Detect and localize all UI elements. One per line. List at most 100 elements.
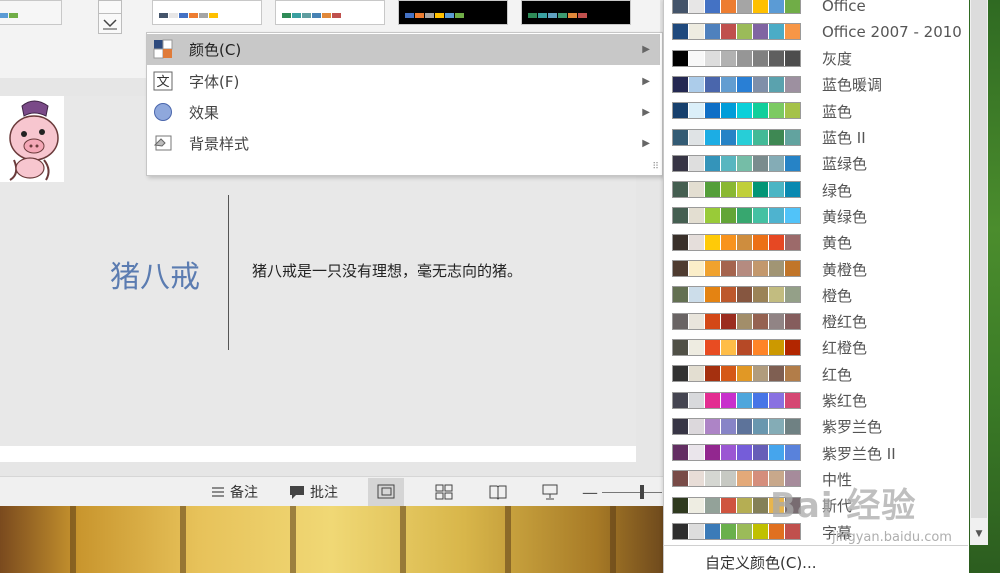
color-scheme-name: 橙色 [822,286,853,305]
normal-view-button[interactable] [368,478,404,506]
slide-sorter-icon [435,484,453,500]
slide-title[interactable]: 猪八戒 [110,252,200,296]
submenu-arrow-icon: ▶ [642,138,650,149]
zoom-out-icon[interactable]: — [582,483,598,502]
theme-thumbnail[interactable] [152,0,262,25]
color-scheme-item[interactable]: 黄色 [668,230,952,256]
color-swatch-strip [672,312,801,330]
background-photo [0,506,663,573]
color-scheme-item[interactable]: 紫罗兰色 II [668,440,952,466]
background-style-icon [153,135,172,151]
color-swatch-strip [672,128,801,146]
color-scheme-name: 紫罗兰色 II [822,444,896,463]
menu-item-background-styles[interactable]: 背景样式 ▶ [147,128,660,159]
menu-item-effects[interactable]: 效果 ▶ [147,97,660,128]
panel-scrollbar-thumb[interactable] [971,0,987,518]
font-icon: 文 [153,71,173,91]
theme-colors-icon [153,39,173,59]
notes-icon [212,487,224,497]
gallery-more-icon[interactable] [99,14,121,34]
color-swatch-strip [672,23,801,41]
gallery-scroll-buttons[interactable] [98,0,122,34]
submenu-arrow-icon: ▶ [642,107,650,118]
color-scheme-name: 蓝色暖调 [822,76,883,95]
zoom-slider-thumb[interactable] [640,485,644,499]
zoom-slider[interactable]: — [582,477,662,507]
watermark-url: jingyan.baidu.com [832,530,952,545]
color-scheme-item[interactable]: 黄绿色 [668,203,952,229]
theme-thumbnail[interactable] [0,0,62,25]
color-scheme-name: 蓝色 II [822,129,866,147]
color-scheme-item[interactable]: 橙色 [668,282,952,308]
menu-item-colors-label: 颜色(C) [189,41,242,59]
color-scheme-item[interactable]: 红橙色 [668,335,952,361]
color-scheme-name: 绿色 [822,181,853,200]
theme-thumbnail[interactable] [275,0,385,25]
theme-thumbnail[interactable] [521,0,631,25]
color-scheme-item[interactable]: Office 2007 - 2010 [668,19,962,45]
color-scheme-item[interactable]: 蓝色暖调 [668,72,952,98]
notes-button[interactable]: 备注 [210,477,258,507]
color-swatch-strip [672,444,801,462]
notes-label: 备注 [230,485,258,501]
status-bar: 备注 批注 — [0,476,663,507]
color-scheme-name: 红橙色 [822,339,868,358]
color-swatch-strip [672,75,801,93]
color-scheme-item[interactable]: 红色 [668,361,952,387]
design-variants-submenu: 颜色(C) ▶ 文 字体(F) ▶ 效果 ▶ 背景样式 ▶ ⠿ [146,32,663,176]
slide-body-text[interactable]: 猪八戒是一只没有理想，毫无志向的猪。 [252,260,522,281]
color-scheme-item[interactable]: 蓝色 [668,98,952,124]
color-scheme-item[interactable]: Office [668,0,952,19]
customize-colors-button[interactable]: 自定义颜色(C)... [705,552,816,573]
color-scheme-name: 紫红色 [822,392,868,410]
theme-thumbnail[interactable] [398,0,508,25]
effects-icon [154,103,172,121]
color-swatch-strip [672,338,801,356]
color-scheme-item[interactable]: 蓝绿色 [668,151,952,177]
color-swatch-strip [672,365,801,383]
color-scheme-item[interactable]: 黄橙色 [668,256,952,282]
color-swatch-strip [672,102,801,120]
slideshow-icon [542,484,558,500]
panel-divider [663,545,968,546]
menu-item-fonts[interactable]: 文 字体(F) ▶ [147,66,660,97]
color-scheme-name: 蓝绿色 [822,155,868,174]
color-swatch-strip [672,49,801,67]
color-scheme-item[interactable]: 绿色 [668,177,952,203]
color-scheme-name: Office 2007 - 2010 [822,23,962,42]
scroll-down-icon[interactable]: ▼ [970,524,988,544]
color-swatch-strip [672,181,801,199]
color-scheme-name: Office [822,0,866,15]
reading-view-button[interactable] [480,478,516,506]
menu-item-effects-label: 效果 [189,104,220,122]
slide-sorter-view-button[interactable] [426,478,462,506]
color-scheme-item[interactable]: 蓝色 II [668,125,952,151]
watermark-logo: Bai 经验 [770,486,917,526]
svg-text:文: 文 [156,75,169,90]
color-swatch-strip [672,260,801,277]
reading-view-icon [489,485,507,500]
comment-icon [290,486,304,499]
color-scheme-name: 黄绿色 [822,207,868,226]
menu-item-colors[interactable]: 颜色(C) ▶ [147,34,660,65]
submenu-arrow-icon: ▶ [642,44,650,55]
menu-item-background-styles-label: 背景样式 [189,135,250,153]
color-swatch-strip [672,286,801,304]
comments-label: 批注 [310,485,338,501]
color-scheme-item[interactable]: 灰度 [668,46,952,72]
resize-grip-icon[interactable]: ⠿ [652,162,659,172]
color-scheme-item[interactable]: 紫红色 [668,388,952,414]
color-scheme-name: 黄色 [822,234,853,253]
submenu-arrow-icon: ▶ [642,76,650,87]
comments-button[interactable]: 批注 [288,477,338,507]
color-scheme-name: 黄橙色 [822,260,868,279]
slideshow-view-button[interactable] [532,478,568,506]
color-swatch-strip [672,417,801,435]
menu-item-fonts-label: 字体(F) [189,73,240,91]
pig-character-image[interactable] [0,96,64,182]
color-swatch-strip [672,391,801,409]
normal-view-icon [377,484,395,499]
color-scheme-item[interactable]: 橙红色 [668,309,952,335]
color-scheme-item[interactable]: 紫罗兰色 [668,414,952,440]
color-scheme-name: 灰度 [822,50,853,69]
